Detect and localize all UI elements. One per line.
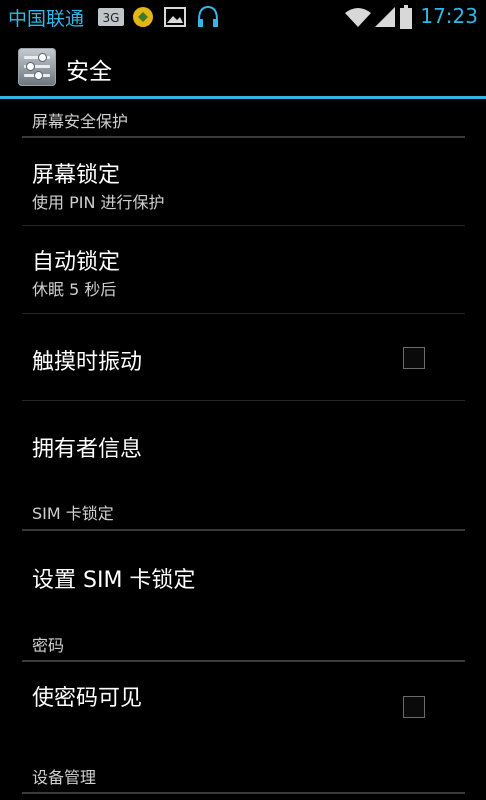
pref-show-password[interactable]: 使密码可见 (22, 662, 465, 754)
pref-owner-info[interactable]: 拥有者信息 (22, 401, 465, 487)
battery-icon (400, 5, 412, 29)
wifi-icon (344, 6, 372, 28)
carrier-name: 中国联通 (8, 8, 85, 30)
pref-title: 触摸时振动 (32, 350, 143, 375)
section-header-label: 设备管理 (32, 768, 97, 787)
pref-screen-lock[interactable]: 屏幕锁定 使用 PIN 进行保护 (22, 137, 465, 226)
pref-set-sim-lock[interactable]: 设置 SIM 卡锁定 (22, 531, 465, 619)
headset-icon (196, 4, 220, 30)
pref-title: 拥有者信息 (32, 437, 143, 462)
section-header-screen-security: 屏幕安全保护 (22, 100, 465, 138)
pref-title: 设置 SIM 卡锁定 (32, 568, 196, 593)
app-notification-icon (132, 6, 154, 28)
show-password-checkbox[interactable] (403, 696, 425, 718)
section-header-label: 屏幕安全保护 (32, 112, 129, 131)
pref-title: 屏幕锁定 (32, 163, 121, 188)
section-header-sim-lock: SIM 卡锁定 (22, 490, 465, 531)
section-header-label: SIM 卡锁定 (32, 504, 114, 523)
settings-sliders-icon[interactable] (18, 48, 56, 86)
signal-icon (374, 6, 396, 28)
vibrate-checkbox[interactable] (403, 347, 425, 369)
sim-3g-icon: 3G (98, 8, 124, 26)
pref-summary: 使用 PIN 进行保护 (32, 193, 165, 212)
action-bar: 安全 (0, 34, 486, 96)
section-header-label: 密码 (32, 636, 65, 655)
image-icon (164, 7, 186, 27)
page-title: 安全 (66, 59, 112, 85)
status-bar: 中国联通 3G 17:23 (0, 0, 486, 34)
clock: 17:23 (420, 4, 478, 28)
pref-title: 使密码可见 (32, 686, 143, 711)
pref-title: 自动锁定 (32, 250, 121, 275)
section-header-password: 密码 (22, 622, 465, 662)
pref-summary: 休眠 5 秒后 (32, 280, 117, 299)
pref-vibrate-on-touch[interactable]: 触摸时振动 (22, 314, 465, 401)
svg-text:3G: 3G (103, 11, 120, 25)
pref-auto-lock[interactable]: 自动锁定 休眠 5 秒后 (22, 226, 465, 314)
action-bar-divider (0, 96, 486, 99)
section-header-device-admin: 设备管理 (22, 754, 465, 794)
